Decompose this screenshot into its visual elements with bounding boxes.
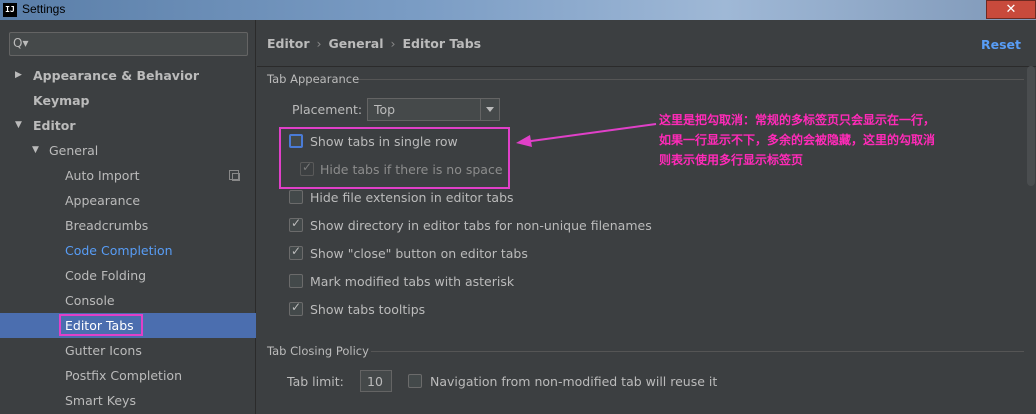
chevron-right-icon[interactable]: ▶ [15,63,22,88]
hide-file-extension-label: Hide file extension in editor tabs [310,190,514,205]
chevron-down-icon[interactable]: ▼ [32,138,39,163]
settings-search-input[interactable]: Q▾ [9,32,248,56]
sidebar-item-appearance-behavior[interactable]: ▶ Appearance & Behavior [0,63,256,88]
sidebar-item-editor[interactable]: ▼ Editor [0,113,256,138]
checkmark-icon: ✓ [291,300,302,314]
scrollbar-thumb[interactable] [1027,66,1035,186]
sidebar-item-general[interactable]: ▼ General [0,138,256,163]
tab-limit-label: Tab limit: [287,374,344,389]
breadcrumb-separator: › [316,36,322,51]
sidebar-item-postfix-completion[interactable]: Postfix Completion [0,363,256,388]
checkmark-icon: ✓ [291,216,302,230]
tab-limit-input[interactable]: 10 [360,370,392,392]
sidebar-item-label: Keymap [33,93,90,108]
show-close-button-checkbox[interactable]: ✓ [289,244,303,260]
intellij-app-icon: IJ [3,3,17,17]
sidebar-item-label: Breadcrumbs [65,218,149,233]
section-divider [371,351,1024,352]
placement-select-value: Top [374,102,396,117]
sidebar-item-label: Appearance [65,193,141,208]
show-tabs-tooltips-label: Show tabs tooltips [310,302,426,317]
mark-modified-asterisk-checkbox[interactable] [289,274,303,288]
breadcrumb-item-editor-tabs: Editor Tabs [402,36,482,51]
breadcrumb-separator: › [390,36,396,51]
sidebar-item-keymap[interactable]: Keymap [0,88,256,113]
checkmark-icon: ✓ [291,244,302,258]
mark-modified-asterisk-label: Mark modified tabs with asterisk [310,274,515,289]
section-divider [359,79,1024,80]
sidebar-item-label: Auto Import [65,168,140,183]
project-settings-icon [229,170,240,181]
sidebar-item-label: Code Folding [65,268,147,283]
sidebar-item-code-completion[interactable]: Code Completion [0,238,256,263]
settings-main-panel: Editor › General › Editor Tabs Reset Tab App… [257,20,1036,414]
header-divider [257,66,1036,67]
navigation-reuse-checkbox[interactable] [408,374,422,388]
sidebar-item-smart-keys[interactable]: Smart Keys [0,388,256,413]
section-title-tab-appearance: Tab Appearance [267,72,360,86]
breadcrumb-item-editor: Editor [267,36,310,51]
chevron-down-icon[interactable]: ▼ [15,113,22,138]
hide-file-extension-checkbox[interactable] [289,190,303,204]
breadcrumb: Editor › General › Editor Tabs [267,36,481,51]
sidebar-item-label: Code Completion [65,243,173,258]
show-directory-checkbox[interactable]: ✓ [289,216,303,232]
sidebar-item-label: General [49,143,99,158]
window-close-button[interactable]: ✕ [986,0,1036,19]
sidebar-item-label: Console [65,293,115,308]
window-title-bar: IJ Settings ✕ [0,0,1036,20]
sidebar-item-label: Postfix Completion [65,368,182,383]
annotation-line: 这里是把勾取消：常规的多标签页只会显示在一行， [659,113,936,127]
sidebar-item-breadcrumbs[interactable]: Breadcrumbs [0,213,256,238]
section-title-tab-closing-policy: Tab Closing Policy [267,344,369,358]
placement-label: Placement: [292,102,363,117]
settings-sidebar: Q▾ ▶ Appearance & Behavior Keymap ▼ Edit… [0,20,256,414]
annotation-note: 这里是把勾取消：常规的多标签页只会显示在一行， 如果一行显示不下，多余的会被隐藏… [659,110,979,170]
show-close-button-label: Show "close" button on editor tabs [310,246,528,261]
sidebar-item-appearance[interactable]: Appearance [0,188,256,213]
sidebar-item-label: Smart Keys [65,393,136,408]
annotation-line: 则表示使用多行显示标签页 [659,153,804,167]
annotation-line: 如果一行显示不下，多余的会被隐藏，这里的勾取消 [659,133,936,147]
highlight-box-editor-tabs [59,314,143,336]
reset-link[interactable]: Reset [981,37,1021,52]
sidebar-item-label: Appearance & Behavior [33,68,199,83]
tab-limit-value: 10 [367,374,383,389]
navigation-reuse-label: Navigation from non-modified tab will re… [430,374,718,389]
search-icon: Q▾ [13,36,29,50]
sidebar-item-gutter-icons[interactable]: Gutter Icons [0,338,256,363]
annotation-arrow [516,123,657,147]
show-tabs-tooltips-checkbox[interactable]: ✓ [289,300,303,316]
window-title: Settings [22,2,66,16]
breadcrumb-item-general: General [328,36,384,51]
show-directory-label: Show directory in editor tabs for non-un… [310,218,652,233]
chevron-down-icon[interactable] [480,99,499,120]
highlight-box-single-row [279,127,510,189]
sidebar-item-label: Editor [33,118,76,133]
sidebar-item-label: Gutter Icons [65,343,142,358]
sidebar-item-auto-import[interactable]: Auto Import [0,163,256,188]
placement-select[interactable]: Top [367,98,500,121]
sidebar-item-code-folding[interactable]: Code Folding [0,263,256,288]
sidebar-item-console[interactable]: Console [0,288,256,313]
